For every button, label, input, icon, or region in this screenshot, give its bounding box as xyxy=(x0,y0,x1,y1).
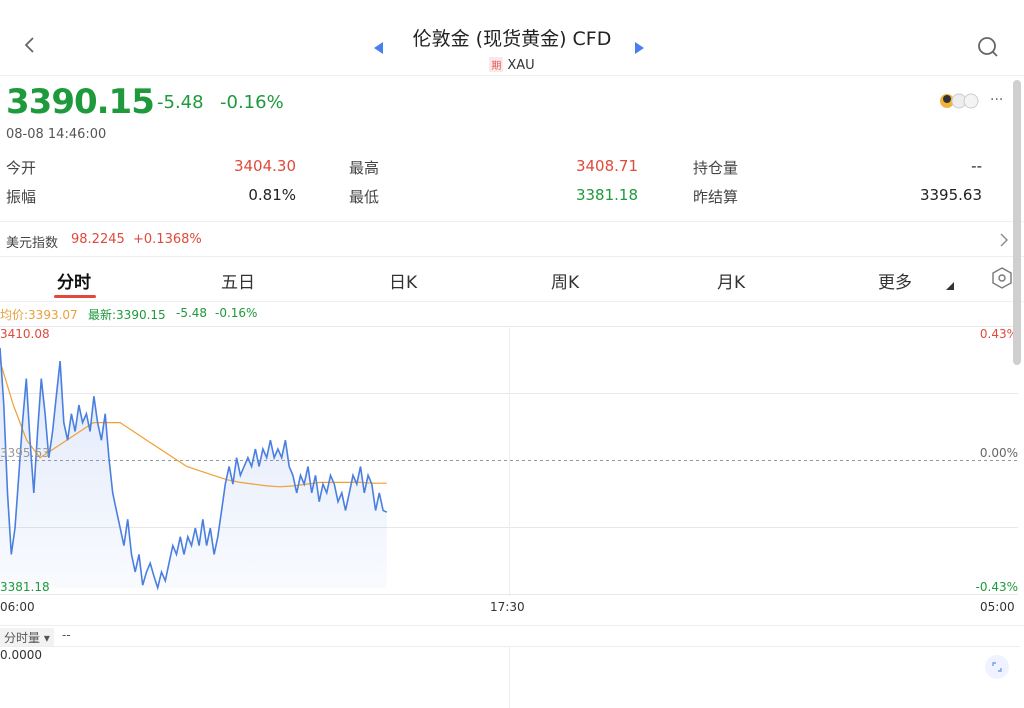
next-instrument-arrow[interactable] xyxy=(635,42,644,54)
price-change-pct: -0.16% xyxy=(220,92,284,113)
volume-zero-label: 0.0000 xyxy=(0,648,42,662)
tab-more[interactable]: 更多 xyxy=(878,268,912,293)
volume-value: -- xyxy=(62,628,71,642)
title-block: 伦敦金 (现货黄金) CFD 期 XAU xyxy=(0,24,1024,73)
instrument-code: XAU xyxy=(507,58,535,73)
latest-price-legend: 最新:3390.15 xyxy=(88,308,166,322)
high-label: 最高 xyxy=(349,159,380,177)
pct-axis-top: 0.43% xyxy=(979,327,1018,341)
volume-indicator-select[interactable]: 分时量 ▾ xyxy=(0,628,54,647)
amplitude-value: 0.81% xyxy=(248,186,296,204)
volume-chart xyxy=(0,646,1020,708)
active-tab-indicator xyxy=(54,295,96,298)
chevron-right-icon xyxy=(1000,233,1008,247)
usd-index-row[interactable]: 美元指数 98.2245 +0.1368% xyxy=(0,221,1024,257)
last-price: 3390.15 xyxy=(6,82,155,122)
futures-badge: 期 xyxy=(489,57,504,72)
y-axis-top: 3410.08 xyxy=(0,327,50,341)
open-label: 今开 xyxy=(6,159,37,177)
usd-index-change: +0.1368% xyxy=(133,232,202,247)
instrument-code-line: 期 XAU xyxy=(0,57,1024,73)
scrollbar[interactable] xyxy=(1013,80,1021,365)
x-axis-end: 05:00 xyxy=(980,600,1015,614)
price-change: -5.48 xyxy=(157,92,204,113)
x-axis-start: 06:00 xyxy=(0,600,35,614)
y-axis-bottom: 3381.18 xyxy=(0,580,50,594)
header: 伦敦金 (现货黄金) CFD 期 XAU xyxy=(0,0,1024,76)
quote-timestamp: 08-08 14:46:00 xyxy=(6,127,107,142)
chart-grid xyxy=(0,326,1018,596)
volume-grid-line xyxy=(509,646,510,708)
search-icon[interactable] xyxy=(974,34,1004,64)
tab-five-day[interactable]: 五日 xyxy=(221,268,255,293)
more-options-icon[interactable]: ··· xyxy=(990,92,1003,108)
open-value: 3404.30 xyxy=(233,157,296,175)
low-value: 3381.18 xyxy=(575,186,638,204)
dropdown-triangle-icon xyxy=(946,282,954,290)
open-interest-label: 持仓量 xyxy=(693,159,739,177)
tab-weekly-k[interactable]: 周K xyxy=(551,268,579,293)
low-label: 最低 xyxy=(349,188,380,206)
amplitude-label: 振幅 xyxy=(6,188,37,206)
y-axis-mid: 3395.63 xyxy=(0,446,50,460)
legend-change: -5.48 xyxy=(176,306,208,320)
open-interest-value: -- xyxy=(971,157,982,175)
high-value: 3408.71 xyxy=(575,157,638,175)
tab-daily-k[interactable]: 日K xyxy=(389,268,417,293)
volume-header: 分时量 ▾ -- xyxy=(0,625,1024,647)
x-axis-mid: 17:30 xyxy=(490,600,525,614)
pct-axis-bottom: -0.43% xyxy=(975,580,1018,594)
user-avatars-icon[interactable] xyxy=(938,92,988,110)
avg-price-legend: 均价:3393.07 xyxy=(0,308,78,322)
prev-settle-value: 3395.63 xyxy=(919,186,982,204)
pct-axis-mid: 0.00% xyxy=(979,446,1018,460)
period-tabs: 分时 五日 日K 周K 月K 更多 xyxy=(0,258,1024,302)
tab-intraday[interactable]: 分时 xyxy=(57,268,91,293)
intraday-chart[interactable] xyxy=(0,326,1020,596)
tab-monthly-k[interactable]: 月K xyxy=(717,268,745,293)
fullscreen-icon[interactable] xyxy=(985,655,1009,679)
prev-settle-label: 昨结算 xyxy=(693,188,739,206)
usd-index-value: 98.2245 xyxy=(71,232,125,247)
legend-change-pct: -0.16% xyxy=(215,306,258,320)
page-title: 伦敦金 (现货黄金) CFD xyxy=(412,28,612,50)
usd-index-label: 美元指数 xyxy=(6,236,59,251)
chart-settings-icon[interactable] xyxy=(990,266,1014,290)
